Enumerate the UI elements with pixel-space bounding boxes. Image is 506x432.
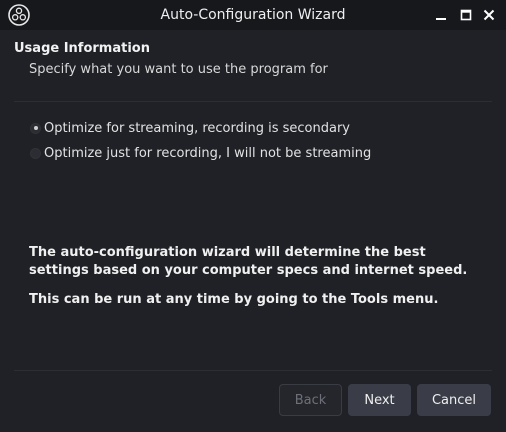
maximize-icon — [460, 9, 472, 21]
cancel-button[interactable]: Cancel — [417, 384, 491, 416]
auto-configuration-wizard-window: Auto-Configuration Wizard Usage Informat… — [0, 0, 506, 432]
option-recording[interactable]: Optimize just for recording, I will not … — [30, 144, 371, 162]
info-paragraph-settings: The auto-configuration wizard will deter… — [29, 245, 468, 278]
title-bar[interactable]: Auto-Configuration Wizard — [0, 0, 506, 30]
radio-button-selected[interactable] — [30, 122, 41, 134]
close-icon — [483, 9, 495, 21]
footer-divider — [14, 370, 492, 371]
radio-button-unselected[interactable] — [30, 147, 41, 159]
section-title: Usage Information — [14, 41, 150, 56]
option-streaming-label[interactable]: Optimize for streaming, recording is sec… — [44, 121, 350, 136]
info-paragraph-tools-menu: This can be run at any time by going to … — [29, 292, 439, 307]
maximize-button[interactable] — [457, 6, 475, 24]
header-divider — [14, 101, 492, 102]
option-recording-label[interactable]: Optimize just for recording, I will not … — [44, 146, 371, 161]
minimize-icon — [436, 18, 446, 20]
minimize-button[interactable] — [432, 6, 450, 24]
option-streaming[interactable]: Optimize for streaming, recording is sec… — [30, 119, 350, 137]
close-button[interactable] — [480, 6, 498, 24]
next-button[interactable]: Next — [348, 384, 411, 416]
back-button[interactable]: Back — [279, 384, 342, 416]
section-subtitle: Specify what you want to use the program… — [29, 62, 328, 77]
window-title: Auto-Configuration Wizard — [160, 7, 346, 23]
